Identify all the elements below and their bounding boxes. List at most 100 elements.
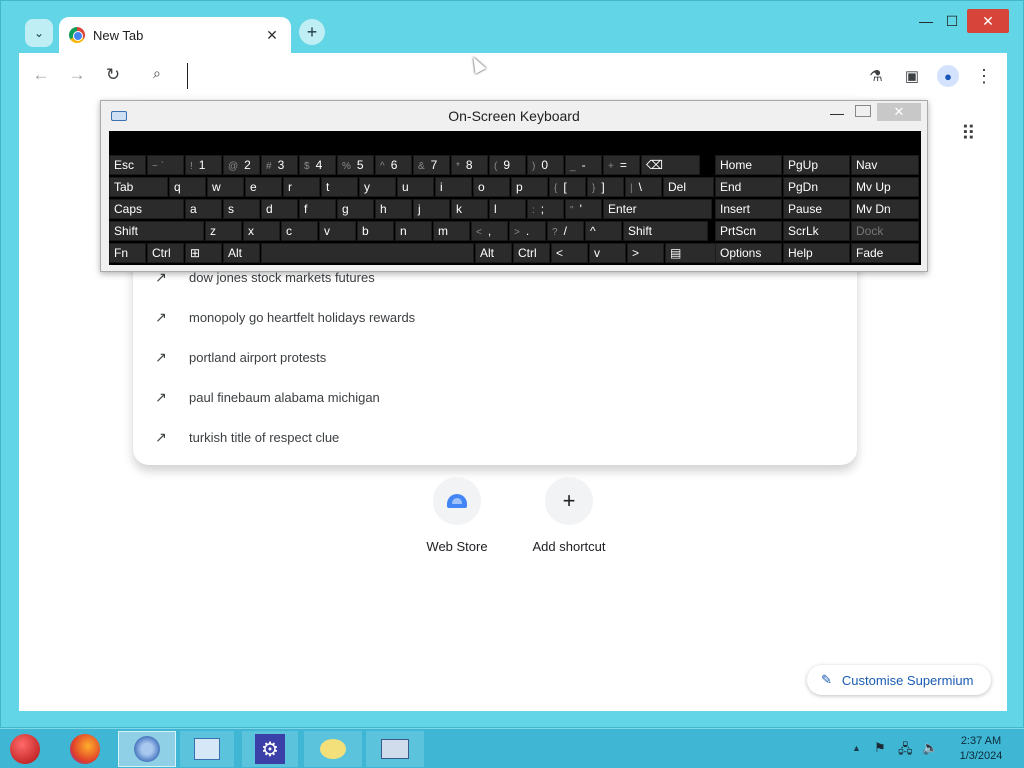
osk-key[interactable]: h — [375, 199, 412, 219]
minimize-button[interactable]: — — [913, 9, 939, 33]
osk-key[interactable]: x — [243, 221, 280, 241]
osk-key[interactable]: Del — [663, 177, 714, 197]
side-panel-icon[interactable]: ▣ — [901, 65, 923, 87]
osk-key[interactable]: m — [433, 221, 470, 241]
osk-key[interactable]: g — [337, 199, 374, 219]
osk-key[interactable]: " ' — [565, 199, 602, 219]
taskbar-osk[interactable] — [366, 731, 424, 767]
osk-key[interactable]: Insert — [715, 199, 782, 219]
taskbar-chat[interactable] — [304, 731, 362, 767]
osk-key[interactable]: Shift — [109, 221, 204, 241]
osk-key[interactable]: Fade — [851, 243, 919, 263]
osk-key[interactable]: Nav — [851, 155, 919, 175]
osk-key[interactable]: w — [207, 177, 244, 197]
osk-key[interactable]: t — [321, 177, 358, 197]
osk-key[interactable]: Pause — [783, 199, 850, 219]
osk-key[interactable]: {[ — [549, 177, 586, 197]
osk-key[interactable]: p — [511, 177, 548, 197]
osk-key[interactable]: $4 — [299, 155, 336, 175]
osk-key[interactable]: z — [205, 221, 242, 241]
new-tab-button[interactable]: + — [299, 19, 325, 45]
osk-key[interactable]: < — [551, 243, 588, 263]
osk-key[interactable]: y — [359, 177, 396, 197]
osk-key[interactable]: Fn — [109, 243, 146, 263]
suggestion-item[interactable]: ↗ monopoly go heartfelt holidays rewards — [133, 297, 857, 337]
osk-key[interactable]: r — [283, 177, 320, 197]
maximize-button[interactable]: ☐ — [941, 9, 963, 33]
taskbar-browser[interactable] — [118, 731, 176, 767]
osk-key[interactable]: Ctrl — [513, 243, 550, 263]
osk-key[interactable]: >. — [509, 221, 546, 241]
osk-key[interactable]: Enter — [603, 199, 712, 219]
osk-key[interactable]: ScrLk — [783, 221, 850, 241]
osk-key[interactable]: ! 1 — [185, 155, 222, 175]
forward-button[interactable]: → — [65, 63, 89, 87]
profile-icon[interactable]: ● — [937, 65, 959, 87]
osk-key[interactable]: ? / — [547, 221, 584, 241]
back-button[interactable]: ← — [29, 63, 53, 87]
shortcut-web-store[interactable]: Web Store — [407, 477, 507, 554]
suggestion-item[interactable]: ↗ portland airport protests — [133, 337, 857, 377]
osk-key[interactable]: Options — [715, 243, 782, 263]
reload-button[interactable]: ↻ — [101, 63, 125, 87]
close-button[interactable]: ✕ — [967, 9, 1009, 33]
osk-key[interactable]: | \ — [625, 177, 662, 197]
suggestion-item[interactable]: ↗ paul finebaum alabama michigan — [133, 377, 857, 417]
osk-key[interactable]: k — [451, 199, 488, 219]
osk-key[interactable]: :; — [527, 199, 564, 219]
osk-key[interactable]: Ctrl — [147, 243, 184, 263]
osk-key[interactable]: % 5 — [337, 155, 374, 175]
osk-key[interactable]: ~ ` — [147, 155, 184, 175]
osk-key[interactable]: PgUp — [783, 155, 850, 175]
osk-key[interactable]: s — [223, 199, 260, 219]
customise-button[interactable]: ✎ Customise Supermium — [807, 665, 991, 695]
osk-key[interactable] — [261, 243, 474, 263]
osk-key[interactable]: Alt — [223, 243, 260, 263]
osk-key[interactable]: Caps — [109, 199, 184, 219]
osk-key[interactable]: f — [299, 199, 336, 219]
taskbar-control-panel[interactable] — [180, 731, 234, 767]
tab-search-button[interactable]: ⌄ — [25, 19, 53, 47]
osk-close-button[interactable]: ✕ — [877, 103, 921, 121]
osk-key[interactable]: i — [435, 177, 472, 197]
osk-key[interactable]: Tab — [109, 177, 168, 197]
osk-key[interactable]: q — [169, 177, 206, 197]
osk-key[interactable]: #3 — [261, 155, 298, 175]
osk-key[interactable]: ⌫ — [641, 155, 700, 175]
osk-key[interactable]: <, — [471, 221, 508, 241]
osk-key[interactable]: Shift — [623, 221, 708, 241]
osk-key[interactable]: b — [357, 221, 394, 241]
osk-key[interactable]: > — [627, 243, 664, 263]
osk-key[interactable]: * 8 — [451, 155, 488, 175]
osk-key[interactable]: Mv Dn — [851, 199, 919, 219]
osk-minimize-button[interactable]: — — [829, 105, 845, 121]
network-icon[interactable]: 🖧 — [898, 740, 913, 762]
apps-grid-icon[interactable]: ⠿ — [961, 121, 976, 146]
osk-key[interactable]: Dock — [851, 221, 919, 241]
osk-key[interactable]: a — [185, 199, 222, 219]
osk-key[interactable]: }] — [587, 177, 624, 197]
tray-expand-icon[interactable]: ▲ — [852, 743, 861, 753]
osk-key[interactable]: + = — [603, 155, 640, 175]
osk-key[interactable]: End — [715, 177, 782, 197]
firefox-icon[interactable] — [70, 734, 100, 764]
flag-icon[interactable]: ⚑ — [874, 740, 886, 756]
osk-key[interactable]: PrtScn — [715, 221, 782, 241]
address-bar-input[interactable] — [187, 63, 787, 89]
osk-key[interactable]: & 7 — [413, 155, 450, 175]
osk-key[interactable]: v — [589, 243, 626, 263]
osk-maximize-button[interactable] — [855, 105, 871, 117]
menu-icon[interactable]: ⋮ — [973, 65, 995, 87]
osk-key[interactable]: Esc — [109, 155, 146, 175]
osk-key[interactable]: n — [395, 221, 432, 241]
osk-key[interactable]: ⊞ — [185, 243, 222, 263]
tab-close-icon[interactable]: ✕ — [263, 27, 281, 44]
osk-key[interactable]: o — [473, 177, 510, 197]
osk-key[interactable]: @2 — [223, 155, 260, 175]
osk-key[interactable]: ^ — [585, 221, 622, 241]
osk-key[interactable]: ) 0 — [527, 155, 564, 175]
taskbar-settings[interactable]: ⚙ — [242, 731, 298, 767]
osk-key[interactable]: e — [245, 177, 282, 197]
shortcut-add[interactable]: + Add shortcut — [519, 477, 619, 554]
suggestion-item[interactable]: ↗ turkish title of respect clue — [133, 417, 857, 457]
